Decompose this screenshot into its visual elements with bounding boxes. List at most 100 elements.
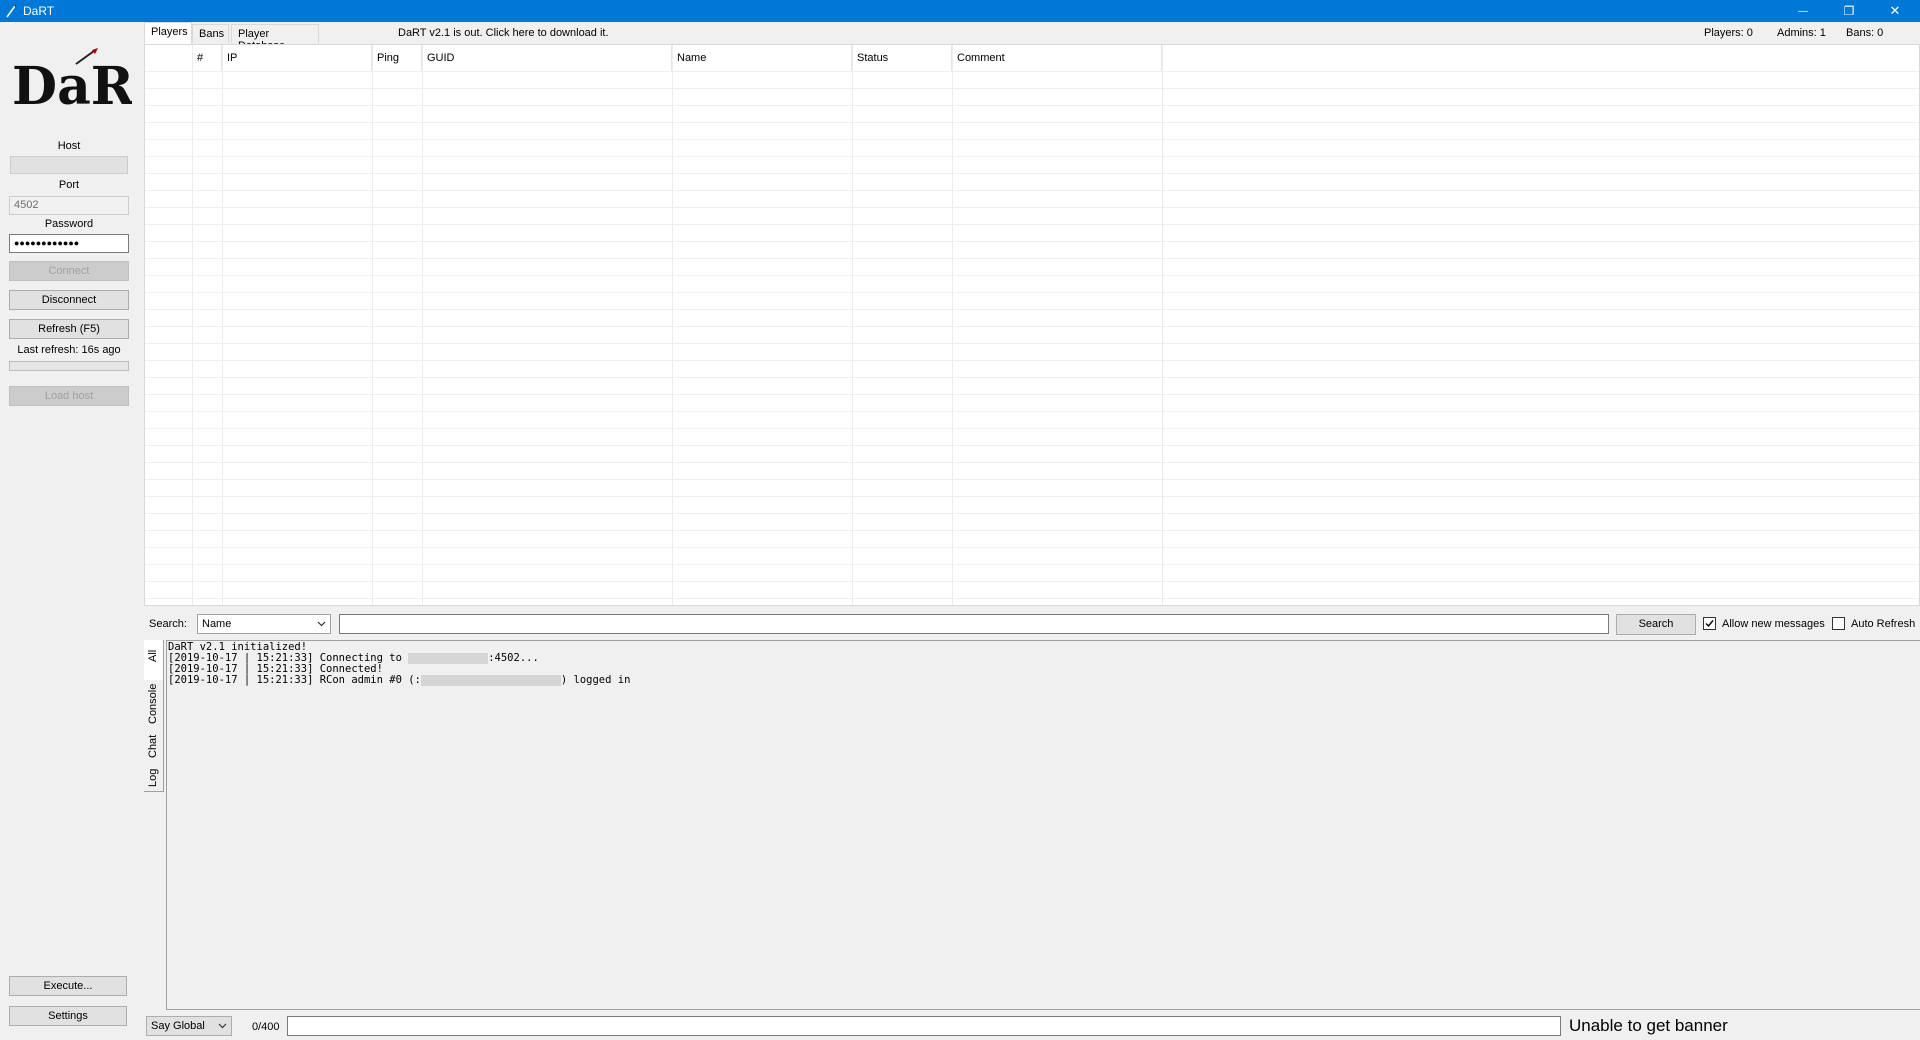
grid-empty-row [145, 530, 1919, 547]
log-line: [2019-10-17 | 15:21:33] Connected! [168, 663, 383, 675]
download-notice-link[interactable]: DaRT v2.1 is out. Click here to download… [398, 27, 609, 39]
grid-empty-row [145, 275, 1919, 292]
restore-icon: ❐ [1843, 4, 1855, 18]
grid-empty-row [145, 139, 1919, 156]
log-line: [2019-10-17 | 15:21:33] RCon admin #0 (:… [168, 674, 631, 686]
grid-header: # IP Ping GUID Name Status Comment [145, 45, 1919, 71]
redacted-address [420, 675, 561, 686]
search-field-value: Name [202, 618, 232, 630]
grid-empty-row [145, 513, 1919, 530]
grid-empty-row [145, 445, 1919, 462]
grid-empty-row [145, 71, 1919, 88]
players-count: Players: 0 [1704, 27, 1753, 39]
checkmark-icon [1705, 620, 1714, 628]
grid-empty-row [145, 479, 1919, 496]
chevron-down-icon [317, 621, 326, 627]
log-line: DaRT v2.1 initialized! [168, 641, 308, 653]
grid-empty-row [145, 156, 1919, 173]
port-label: Port [58, 179, 80, 191]
search-button[interactable]: Search [1616, 614, 1696, 635]
grid-empty-row [145, 343, 1919, 360]
auto-refresh-checkbox[interactable] [1832, 617, 1845, 630]
grid-empty-row [145, 564, 1919, 581]
minimize-button[interactable]: — [1780, 0, 1826, 22]
log-tab-console[interactable]: Console [144, 680, 164, 728]
grid-empty-row [145, 190, 1919, 207]
allow-new-messages-checkbox[interactable] [1703, 617, 1716, 630]
dart-logo-image: DaRT [12, 48, 172, 117]
players-grid[interactable]: # IP Ping GUID Name Status Comment [144, 44, 1920, 606]
column-guid[interactable]: GUID [422, 45, 672, 71]
grid-empty-row [145, 581, 1919, 598]
grid-empty-row [145, 598, 1919, 605]
grid-empty-row [145, 224, 1919, 241]
minimize-icon: — [1798, 5, 1808, 17]
log-line: [2019-10-17 | 15:21:33] Connecting to :4… [168, 652, 539, 664]
allow-new-messages-label[interactable]: Allow new messages [1722, 618, 1825, 630]
host-field[interactable] [10, 156, 128, 174]
column-number[interactable]: # [192, 45, 222, 71]
search-field-select[interactable]: Name [197, 614, 331, 634]
log-tab-strip: All Console Chat Log [144, 640, 166, 1014]
grid-empty-row [145, 88, 1919, 105]
column-status[interactable]: Status [852, 45, 952, 71]
say-target-select[interactable]: Say Global [146, 1016, 232, 1036]
column-comment[interactable]: Comment [952, 45, 1162, 71]
port-field[interactable]: 4502 [9, 196, 129, 215]
log-tab-chat[interactable]: Chat [144, 728, 164, 762]
column-ip[interactable]: IP [222, 45, 372, 71]
message-input[interactable] [287, 1016, 1561, 1036]
grid-empty-row [145, 496, 1919, 513]
settings-button[interactable]: Settings [9, 1006, 127, 1026]
column-name[interactable]: Name [672, 45, 852, 71]
restore-button[interactable]: ❐ [1826, 0, 1872, 22]
grid-empty-row [145, 360, 1919, 377]
dart-app-icon [6, 5, 16, 18]
say-target-value: Say Global [151, 1020, 205, 1032]
grid-empty-row [145, 326, 1919, 343]
host-label: Host [57, 140, 81, 152]
grid-empty-row [145, 462, 1919, 479]
grid-empty-row [145, 258, 1919, 275]
grid-empty-row [145, 377, 1919, 394]
log-tab-all[interactable]: All [144, 640, 164, 680]
grid-empty-row [145, 411, 1919, 428]
tab-bans[interactable]: Bans [192, 24, 229, 43]
close-button[interactable]: ✕ [1872, 0, 1918, 22]
disconnect-button[interactable]: Disconnect [9, 290, 129, 310]
tab-players[interactable]: Players [144, 22, 192, 44]
refresh-progress-bar [9, 361, 129, 371]
grid-empty-row [145, 547, 1919, 564]
search-label: Search: [149, 618, 187, 630]
grid-empty-row [145, 105, 1919, 122]
refresh-button[interactable]: Refresh (F5) [9, 319, 129, 339]
admins-count: Admins: 1 [1777, 27, 1826, 39]
connect-button[interactable]: Connect [9, 261, 129, 281]
load-host-button[interactable]: Load host [9, 386, 129, 406]
grid-empty-row [145, 241, 1919, 258]
tab-player-database[interactable]: Player Database [231, 24, 319, 52]
execute-button[interactable]: Execute... [9, 976, 127, 996]
password-field[interactable]: ●●●●●●●●●●●● [9, 234, 129, 253]
bans-count: Bans: 0 [1846, 27, 1884, 39]
grid-empty-row [145, 292, 1919, 309]
grid-empty-row [145, 309, 1919, 326]
window-title: DaRT [23, 4, 55, 18]
svg-text:DaRT: DaRT [12, 56, 132, 112]
title-bar: DaRT — ❐ ✕ [0, 0, 1920, 22]
search-input[interactable] [339, 614, 1609, 634]
redacted-host [408, 653, 489, 664]
auto-refresh-label[interactable]: Auto Refresh [1851, 618, 1915, 630]
character-counter: 0/400 [252, 1021, 280, 1033]
grid-empty-row [145, 394, 1919, 411]
last-refresh-text: Last refresh: 16s ago [17, 344, 121, 356]
grid-empty-row [145, 207, 1919, 224]
log-tab-log[interactable]: Log [144, 762, 164, 792]
close-icon: ✕ [1889, 3, 1901, 18]
password-label: Password [44, 218, 94, 230]
banner-status-text: Unable to get banner [1569, 1016, 1728, 1035]
column-ping[interactable]: Ping [372, 45, 422, 71]
grid-empty-row [145, 122, 1919, 139]
log-output[interactable]: DaRT v2.1 initialized! [2019-10-17 | 15:… [166, 640, 1920, 1010]
grid-empty-row [145, 173, 1919, 190]
